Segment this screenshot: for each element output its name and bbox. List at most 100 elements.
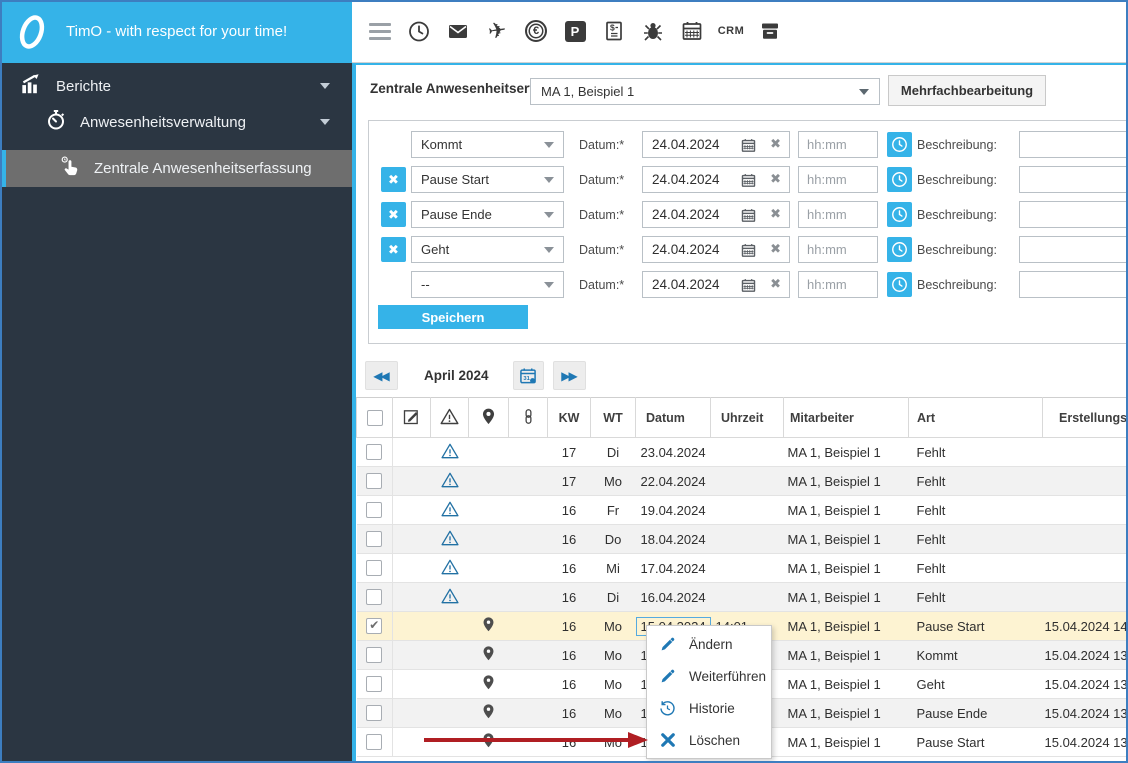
entry-type-select[interactable]: Pause Start	[411, 166, 564, 193]
multi-edit-button[interactable]: Mehrfachbearbeitung	[888, 75, 1046, 106]
row-checkbox[interactable]	[366, 647, 383, 663]
table-row[interactable]: 17 Mo 22.04.2024 MA 1, Beispiel 1 Fehlt	[356, 466, 1128, 496]
table-row[interactable]: 16 Do 18.04.2024 MA 1, Beispiel 1 Fehlt	[356, 524, 1128, 554]
beschreibung-input[interactable]	[1019, 166, 1128, 193]
cell-datum[interactable]: 23.04.2024	[635, 437, 711, 467]
column-header-datum[interactable]: Datum	[635, 397, 711, 438]
calendar-picker-icon[interactable]	[740, 172, 757, 192]
paperclip-icon	[524, 408, 532, 424]
date-input[interactable]: 24.04.2024 ✖	[642, 271, 790, 298]
column-header-uhrzeit[interactable]: Uhrzeit	[710, 397, 784, 438]
beschreibung-input[interactable]	[1019, 271, 1128, 298]
clock-icon[interactable]	[407, 19, 431, 43]
beschreibung-input[interactable]	[1019, 201, 1128, 228]
cell-uhrzeit[interactable]	[710, 553, 784, 583]
time-input[interactable]	[798, 166, 878, 193]
row-checkbox[interactable]	[366, 589, 383, 605]
column-header-kw[interactable]: KW	[547, 397, 591, 438]
row-checkbox[interactable]	[366, 531, 383, 547]
context-menu-item[interactable]: Historie	[647, 692, 771, 724]
remove-entry-button[interactable]: ✖	[381, 202, 406, 227]
invoice-icon[interactable]: $	[602, 19, 626, 43]
calendar-picker-icon[interactable]	[740, 242, 757, 262]
entry-type-select[interactable]: --	[411, 271, 564, 298]
set-current-time-button[interactable]	[887, 167, 912, 192]
entry-type-select[interactable]: Geht	[411, 236, 564, 263]
context-menu-item[interactable]: Löschen	[647, 724, 771, 756]
clear-date-icon[interactable]: ✖	[770, 206, 781, 222]
calendar-picker-button[interactable]: 31	[513, 361, 544, 390]
sidebar-item-berichte[interactable]: Berichte	[0, 69, 352, 103]
cell-uhrzeit[interactable]	[710, 466, 784, 496]
row-checkbox[interactable]	[366, 473, 383, 489]
row-checkbox[interactable]	[366, 618, 383, 634]
table-row[interactable]: 17 Di 23.04.2024 MA 1, Beispiel 1 Fehlt	[356, 437, 1128, 467]
column-header-erstellungsdatum[interactable]: Erstellungsdatum	[1042, 397, 1128, 438]
save-button[interactable]: Speichern	[378, 305, 528, 329]
cell-datum[interactable]: 16.04.2024	[635, 582, 711, 612]
time-input[interactable]	[798, 131, 878, 158]
cell-uhrzeit[interactable]	[710, 524, 784, 554]
plane-icon[interactable]: ✈	[485, 17, 509, 44]
mail-icon[interactable]	[446, 19, 470, 43]
employee-select[interactable]: MA 1, Beispiel 1	[530, 78, 880, 105]
calendar-icon[interactable]	[680, 19, 704, 43]
row-checkbox[interactable]	[366, 560, 383, 576]
row-checkbox[interactable]	[366, 734, 383, 750]
euro-icon[interactable]: €	[524, 19, 548, 43]
entry-type-select[interactable]: Pause Ende	[411, 201, 564, 228]
archive-icon[interactable]	[758, 19, 782, 43]
date-input[interactable]: 24.04.2024 ✖	[642, 166, 790, 193]
beschreibung-input[interactable]	[1019, 131, 1128, 158]
set-current-time-button[interactable]	[887, 132, 912, 157]
table-row[interactable]: 16 Di 16.04.2024 MA 1, Beispiel 1 Fehlt	[356, 582, 1128, 612]
row-checkbox[interactable]	[366, 676, 383, 692]
entry-type-select[interactable]: Kommt	[411, 131, 564, 158]
row-checkbox[interactable]	[366, 502, 383, 518]
bug-icon[interactable]	[641, 19, 665, 43]
sidebar-item-zentrale-anwesenheitserfassung[interactable]: Zentrale Anwesenheitserfassung	[0, 150, 352, 187]
column-header-art[interactable]: Art	[908, 397, 1043, 438]
cell-datum[interactable]: 18.04.2024	[635, 524, 711, 554]
context-menu-item[interactable]: Ändern	[647, 628, 771, 660]
date-input[interactable]: 24.04.2024 ✖	[642, 236, 790, 263]
select-all-checkbox[interactable]	[366, 409, 383, 426]
calendar-picker-icon[interactable]	[740, 277, 757, 297]
sidebar-item-anwesenheitsverwaltung[interactable]: Anwesenheitsverwaltung	[0, 105, 352, 139]
beschreibung-input[interactable]	[1019, 236, 1128, 263]
previous-month-button[interactable]: ◀◀	[365, 361, 398, 390]
calendar-picker-icon[interactable]	[740, 137, 757, 157]
set-current-time-button[interactable]	[887, 237, 912, 262]
remove-entry-button[interactable]: ✖	[381, 237, 406, 262]
column-header-mitarbeiter[interactable]: Mitarbeiter	[783, 397, 909, 438]
row-checkbox[interactable]	[366, 705, 383, 721]
set-current-time-button[interactable]	[887, 202, 912, 227]
cell-datum[interactable]: 17.04.2024	[635, 553, 711, 583]
calendar-picker-icon[interactable]	[740, 207, 757, 227]
context-menu-item[interactable]: Weiterführen	[647, 660, 771, 692]
next-month-button[interactable]: ▶▶	[553, 361, 586, 390]
clear-date-icon[interactable]: ✖	[770, 171, 781, 187]
menu-icon[interactable]	[368, 19, 392, 43]
clear-date-icon[interactable]: ✖	[770, 276, 781, 292]
column-header-wt[interactable]: WT	[590, 397, 636, 438]
cell-uhrzeit[interactable]	[710, 437, 784, 467]
time-input[interactable]	[798, 236, 878, 263]
row-checkbox[interactable]	[366, 444, 383, 460]
project-document-icon[interactable]: P	[563, 19, 587, 43]
cell-datum[interactable]: 22.04.2024	[635, 466, 711, 496]
cell-datum[interactable]: 19.04.2024	[635, 495, 711, 525]
time-input[interactable]	[798, 271, 878, 298]
remove-entry-button[interactable]: ✖	[381, 167, 406, 192]
date-input[interactable]: 24.04.2024 ✖	[642, 131, 790, 158]
crm-icon[interactable]: CRM	[718, 19, 744, 43]
cell-uhrzeit[interactable]	[710, 582, 784, 612]
clear-date-icon[interactable]: ✖	[770, 136, 781, 152]
set-current-time-button[interactable]	[887, 272, 912, 297]
cell-uhrzeit[interactable]	[710, 495, 784, 525]
clear-date-icon[interactable]: ✖	[770, 241, 781, 257]
table-row[interactable]: 16 Mi 17.04.2024 MA 1, Beispiel 1 Fehlt	[356, 553, 1128, 583]
table-row[interactable]: 16 Fr 19.04.2024 MA 1, Beispiel 1 Fehlt	[356, 495, 1128, 525]
date-input[interactable]: 24.04.2024 ✖	[642, 201, 790, 228]
time-input[interactable]	[798, 201, 878, 228]
